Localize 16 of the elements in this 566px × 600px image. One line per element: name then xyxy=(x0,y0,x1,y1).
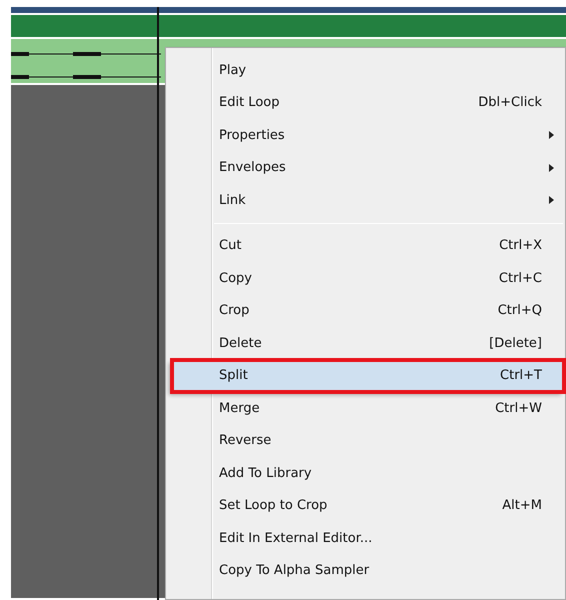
menu-item[interactable]: Crop Ctrl+Q xyxy=(166,294,564,327)
menu-item[interactable]: Edit In External Editor... xyxy=(166,522,564,554)
menu-item[interactable]: Add To Library xyxy=(166,457,564,490)
menu-item[interactable]: Split Ctrl+T xyxy=(172,360,564,392)
menu-item[interactable]: Merge Ctrl+W xyxy=(166,392,564,424)
menu-item[interactable]: Cut Ctrl+X xyxy=(166,230,564,262)
menu-item[interactable]: Reverse xyxy=(166,424,564,457)
menu-item[interactable]: Envelopes xyxy=(166,152,564,184)
menu-item[interactable]: Set Loop to Crop Alt+M xyxy=(166,490,564,522)
menu-item[interactable]: Edit Loop Dbl+Click xyxy=(166,86,564,119)
menu-item[interactable]: Delete [Delete] xyxy=(166,327,564,360)
menu-item[interactable]: Play xyxy=(166,54,564,86)
menu-item[interactable]: Copy To Alpha Sampler xyxy=(166,554,564,587)
menu-item[interactable]: Properties xyxy=(166,119,564,152)
menu-item[interactable]: Link xyxy=(166,184,564,216)
menu-item[interactable]: Copy Ctrl+C xyxy=(166,262,564,294)
